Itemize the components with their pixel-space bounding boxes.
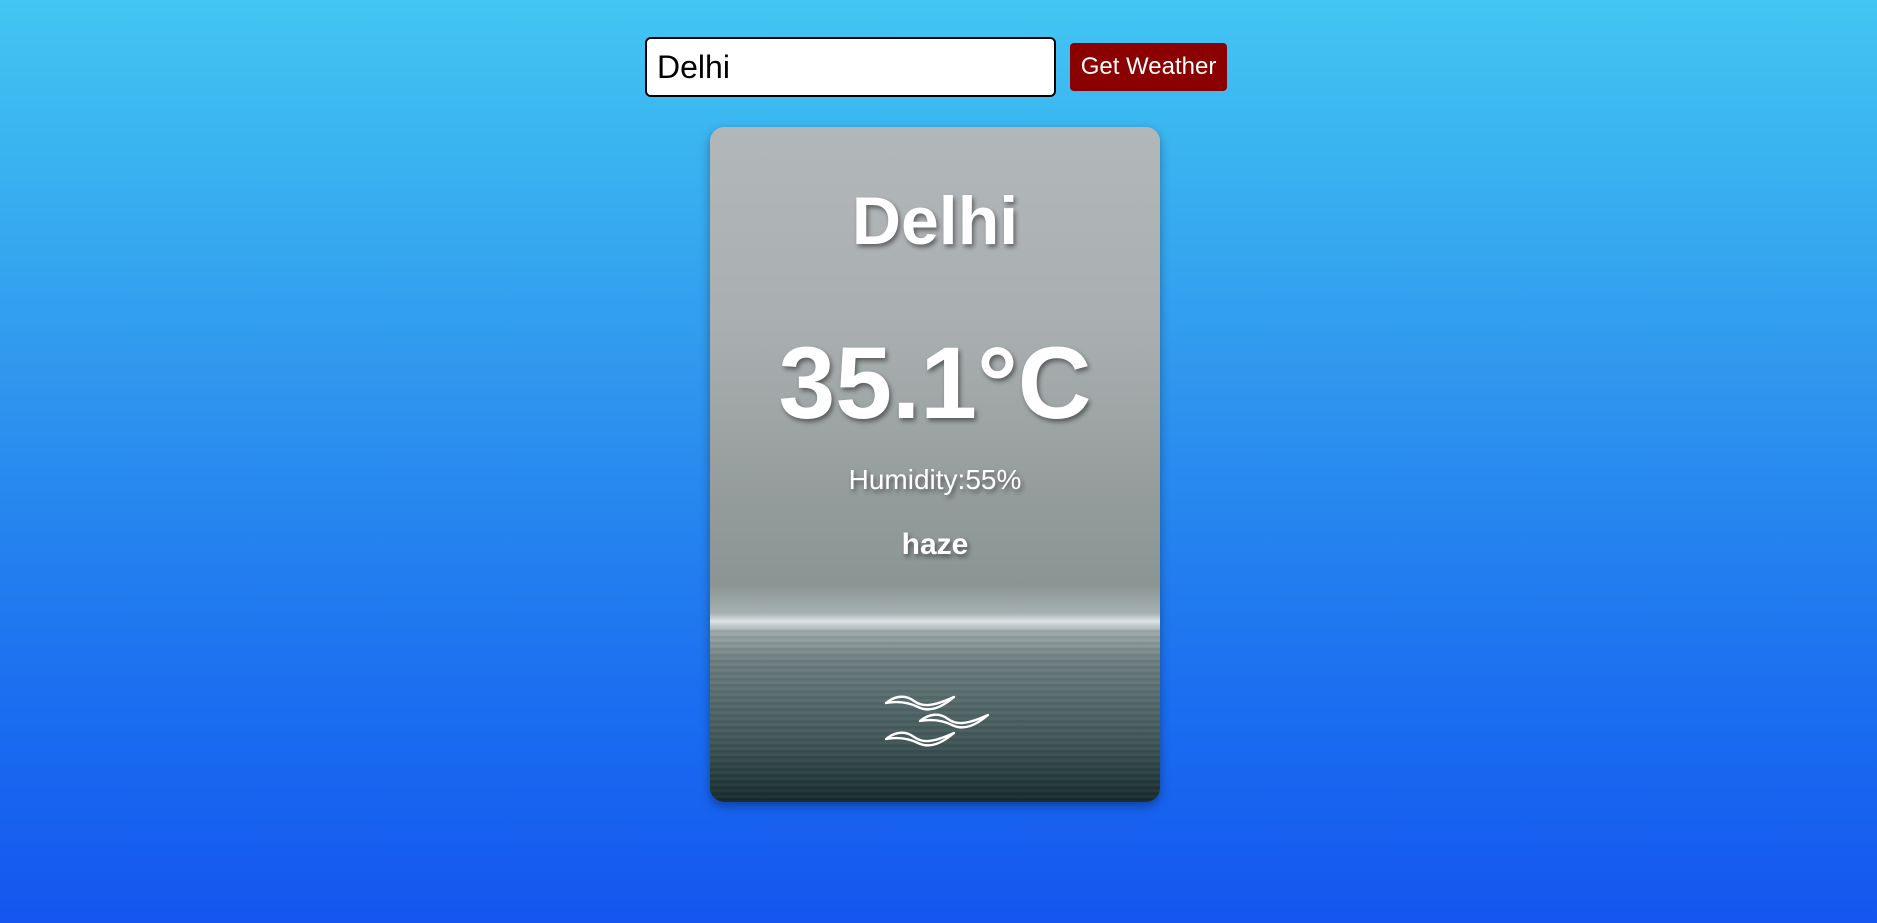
weather-card: Delhi 35.1°C Humidity:55% haze <box>710 127 1160 802</box>
get-weather-button[interactable]: Get Weather <box>1070 43 1227 91</box>
temperature: 35.1°C <box>778 326 1092 440</box>
weather-description: haze <box>901 528 969 561</box>
humidity: Humidity:55% <box>848 464 1022 495</box>
city-name: Delhi <box>851 183 1019 259</box>
haze-wind-icon <box>884 695 990 747</box>
search-bar: Get Weather <box>645 37 1227 97</box>
city-input[interactable] <box>645 37 1056 97</box>
